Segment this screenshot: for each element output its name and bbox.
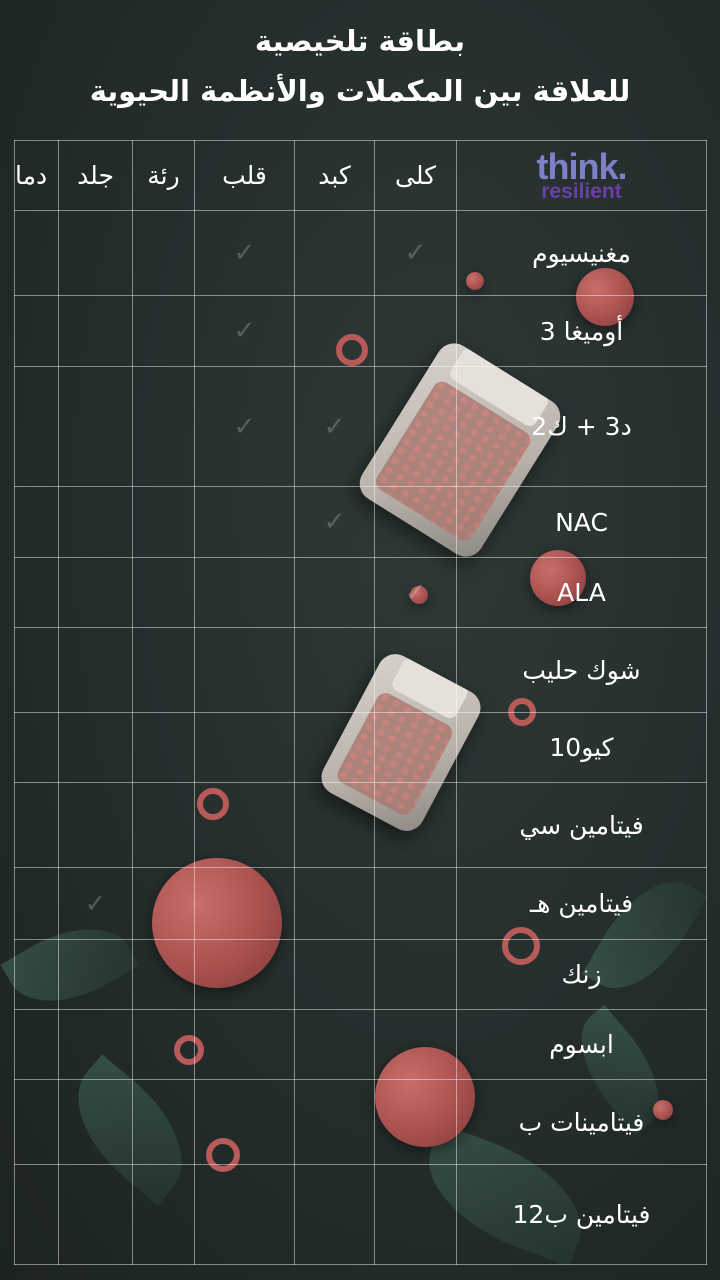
supplement-name: مغنيسيوم bbox=[456, 210, 707, 296]
supplement-name: د3 + ك2 bbox=[456, 366, 707, 487]
table-row: ✓ ✓ د3 + ك2 bbox=[14, 366, 707, 487]
supplement-name: زنك bbox=[456, 939, 707, 1010]
supplement-name: فيتامين سي bbox=[456, 782, 707, 868]
column-header-liver: كبد bbox=[294, 140, 375, 211]
supplement-name: شوك حليب bbox=[456, 627, 707, 713]
supplement-organ-table: دما جلد رئة قلب كبد كلى think. resilient… bbox=[14, 140, 707, 1265]
supplement-name: ابسوم bbox=[456, 1009, 707, 1080]
faint-checkmark-icon: ✓ bbox=[404, 238, 427, 268]
faint-checkmark-icon: ✓ bbox=[233, 316, 256, 346]
page-subtitle: للعلاقة بين المكملات والأنظمة الحيوية bbox=[89, 74, 631, 108]
supplement-name: أوميغا 3 bbox=[456, 295, 707, 367]
table-row: ✓ أوميغا 3 bbox=[14, 295, 707, 367]
supplement-name: فيتامين ب12 bbox=[456, 1164, 707, 1265]
table-row: فيتامينات ب bbox=[14, 1079, 707, 1165]
table-row: ابسوم bbox=[14, 1009, 707, 1080]
table-row: ✓ NAC bbox=[14, 486, 707, 558]
logo: think. resilient bbox=[456, 140, 707, 211]
faint-checkmark-icon: ✓ bbox=[84, 888, 107, 919]
column-header-lung: رئة bbox=[132, 140, 195, 211]
supplement-name: كيو10 bbox=[456, 712, 707, 783]
table-row: فيتامين ب12 bbox=[14, 1164, 707, 1265]
faint-checkmark-icon: ✓ bbox=[233, 238, 256, 268]
supplement-name: NAC bbox=[456, 486, 707, 558]
faint-checkmark-icon: ✓ bbox=[404, 577, 427, 608]
column-header-kidney: كلى bbox=[374, 140, 457, 211]
supplement-name: فيتامين هـ bbox=[456, 867, 707, 940]
column-header-heart: قلب bbox=[194, 140, 295, 211]
table-row: ✓ ALA bbox=[14, 557, 707, 628]
column-header-blood: دما bbox=[14, 140, 59, 211]
table-row: شوك حليب bbox=[14, 627, 707, 713]
logo-resilient-text: resilient bbox=[541, 180, 622, 203]
table-row: ✓ ✓ مغنيسيوم bbox=[14, 210, 707, 296]
faint-checkmark-icon: ✓ bbox=[323, 411, 346, 442]
column-header-skin: جلد bbox=[58, 140, 133, 211]
table-row: زنك bbox=[14, 939, 707, 1010]
table-header-row: دما جلد رئة قلب كبد كلى think. resilient bbox=[14, 140, 707, 211]
page-title: بطاقة تلخيصية bbox=[254, 24, 466, 58]
table-row: فيتامين سي bbox=[14, 782, 707, 868]
faint-checkmark-icon: ✓ bbox=[233, 411, 256, 442]
table-row: كيو10 bbox=[14, 712, 707, 783]
supplement-name: ALA bbox=[456, 557, 707, 628]
table-row: ✓ فيتامين هـ bbox=[14, 867, 707, 940]
supplement-name: فيتامينات ب bbox=[456, 1079, 707, 1165]
faint-checkmark-icon: ✓ bbox=[323, 507, 346, 537]
